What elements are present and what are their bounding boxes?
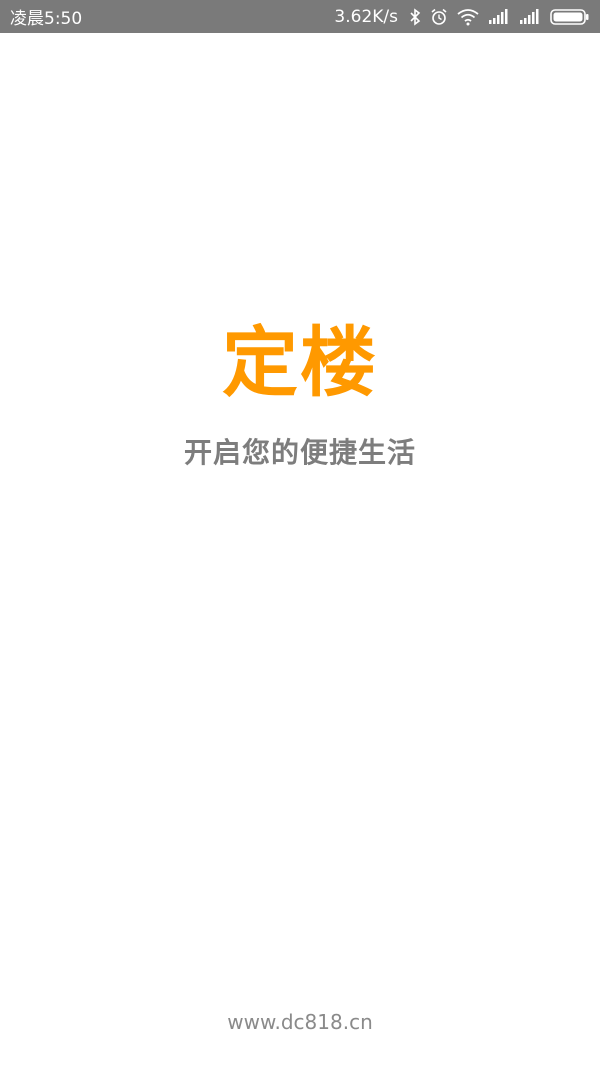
signal-icon [519, 8, 541, 25]
tagline: 开启您的便捷生活 [183, 436, 416, 469]
wifi-icon [457, 8, 479, 26]
signal-icon [488, 8, 510, 25]
splash-screen: 凌晨5:50 3.62K/s 定楼 开启您的便捷生活 www.dc818.cn [0, 0, 600, 1067]
status-bar: 凌晨5:50 3.62K/s [0, 0, 600, 33]
battery-icon [550, 8, 590, 26]
status-time: 凌晨5:50 [10, 9, 83, 29]
alarm-icon [430, 8, 448, 26]
app-logo: 定楼 [222, 318, 378, 407]
network-speed: 3.62K/s [334, 6, 398, 27]
bluetooth-icon [409, 7, 421, 26]
website-url: www.dc818.cn [227, 1010, 373, 1034]
